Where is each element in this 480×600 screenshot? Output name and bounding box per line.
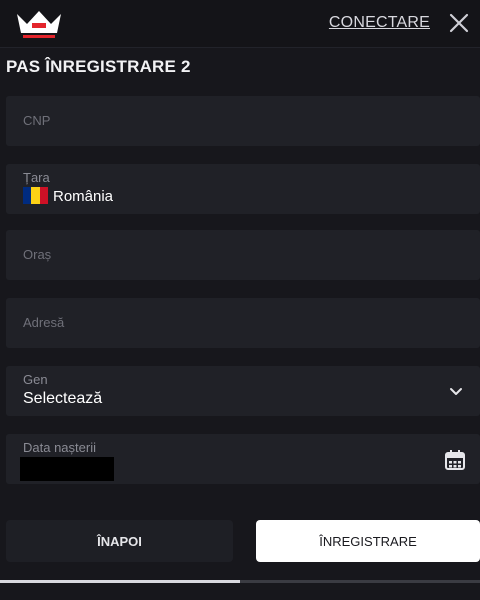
country-field[interactable]: Țara România: [6, 164, 480, 214]
city-field[interactable]: Oraș: [6, 230, 480, 280]
close-icon[interactable]: [446, 10, 472, 36]
birthdate-label: Data nașterii: [23, 440, 96, 455]
address-placeholder: Adresă: [23, 315, 65, 330]
register-button[interactable]: ÎNREGISTRARE: [256, 520, 480, 562]
birthdate-value-redacted: [20, 457, 114, 481]
birthdate-field[interactable]: Data nașterii: [6, 434, 480, 484]
address-field[interactable]: Adresă: [6, 298, 480, 348]
login-link[interactable]: CONECTARE: [329, 14, 430, 32]
city-placeholder: Oraș: [23, 247, 52, 262]
gender-select[interactable]: Gen Selectează: [6, 366, 480, 416]
cnp-placeholder: CNP: [23, 113, 51, 128]
gender-value: Selectează: [23, 390, 103, 407]
country-label: Țara: [23, 170, 50, 185]
romania-flag-icon: [23, 187, 48, 204]
top-bar: CONECTARE: [0, 0, 480, 48]
back-button[interactable]: ÎNAPOI: [6, 520, 233, 562]
crown-logo-icon[interactable]: [14, 9, 64, 41]
step-progress-fill: [0, 580, 240, 583]
chevron-down-icon[interactable]: [448, 383, 464, 399]
calendar-icon[interactable]: [444, 449, 466, 471]
cnp-field[interactable]: CNP: [6, 96, 480, 146]
page-title: PAS ÎNREGISTRARE 2: [6, 57, 191, 76]
footer-actions: ÎNAPOI ÎNREGISTRARE: [0, 504, 480, 600]
gender-label: Gen: [23, 372, 48, 387]
country-value: România: [53, 188, 114, 205]
step-progress-bar: [0, 580, 480, 583]
